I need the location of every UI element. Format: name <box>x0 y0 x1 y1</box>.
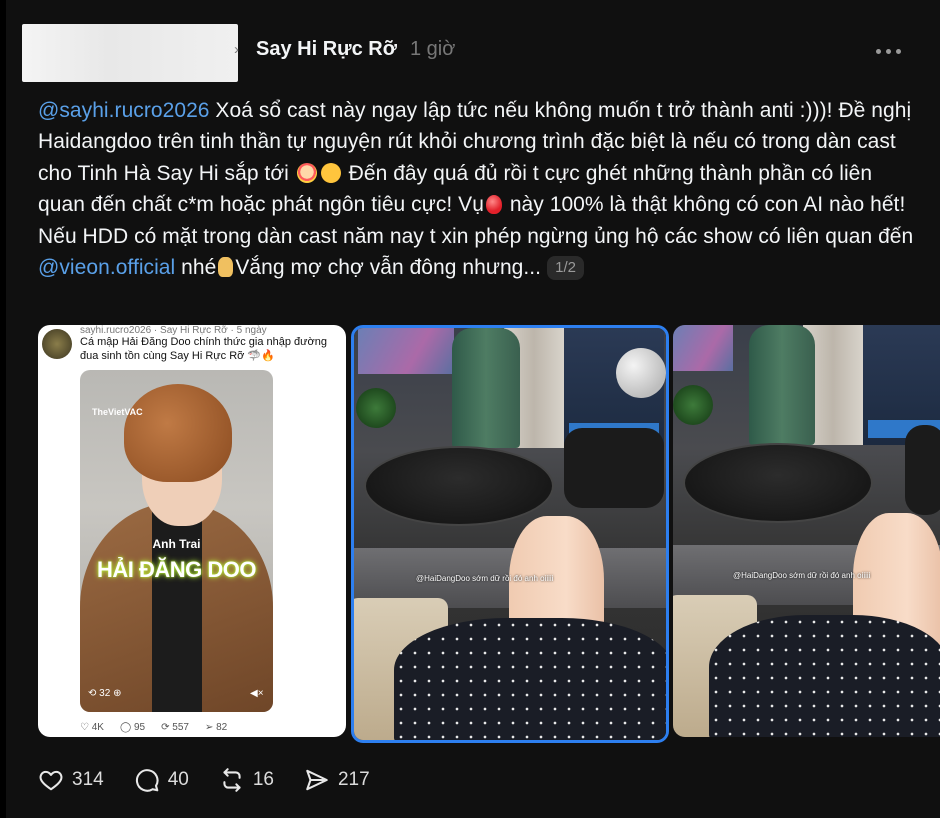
screenshot-comment-stat: ◯ 95 <box>120 722 145 733</box>
media-item-video-2[interactable]: @HaiDangDoo sớm dữ rồi đó anh oiiiii <box>673 325 940 737</box>
screenshot-header: sayhi.rucro2026 · Say Hi Rực Rỡ · 5 ngày… <box>38 325 346 373</box>
screenshot-reposts: 557 <box>172 722 189 733</box>
screenshot-stats: ♡ 4K ◯ 95 ⟳ 557 ➢ 82 <box>80 722 227 733</box>
sad-face-emoji-icon <box>320 162 341 183</box>
video-frame: @HaiDangDoo sớm dữ rồi đó anh oiiiii <box>673 325 940 737</box>
plant <box>673 385 713 425</box>
crossed-fingers-emoji-icon <box>218 257 234 278</box>
poster-subtitle: Anh Trai <box>152 537 201 551</box>
poster-hair <box>124 384 232 482</box>
person-seated <box>564 428 664 508</box>
balloon-emoji-icon <box>485 195 502 215</box>
person-standing <box>749 325 815 445</box>
more-options-button[interactable] <box>876 44 910 58</box>
heart-icon <box>39 770 63 791</box>
mention-link[interactable]: @vieon.official <box>38 256 175 279</box>
mute-icon: ◀× <box>250 688 264 699</box>
redacted-avatar-area[interactable] <box>22 24 238 82</box>
repost-icon <box>223 768 241 792</box>
like-count: 314 <box>72 769 104 790</box>
post-text-segment: Vắng mợ chợ vẫn đông nhưng... <box>235 256 542 280</box>
repost-count: 16 <box>252 769 274 790</box>
coffee-table <box>364 446 554 526</box>
screenshot-caption: Cá mập Hải Đăng Doo chính thức gia nhập … <box>80 336 327 362</box>
thread-post: › Say Hi Rực Rỡ 1 giờ @sayhi.rucro2026 X… <box>0 0 940 818</box>
poster-image: TheVietVAC Anh Trai HẢI ĐĂNG DOO ⟲ 32 ⊕ … <box>80 370 273 712</box>
person-seated <box>905 425 940 515</box>
comment-icon: ◯ <box>119 722 134 733</box>
clown-emoji-icon <box>296 162 317 183</box>
repost-button[interactable]: 16 <box>219 767 274 793</box>
dot-icon <box>886 48 891 54</box>
send-icon <box>306 769 328 791</box>
screenshot-shares: 82 <box>216 722 228 733</box>
video-caption: @HaiDangDoo sớm dữ rồi đó anh oiiiii <box>416 574 554 583</box>
page-indicator: 1/2 <box>547 256 585 281</box>
mention-link[interactable]: @sayhi.rucro2026 <box>38 99 210 122</box>
plant <box>356 388 396 428</box>
post-body: @sayhi.rucro2026 Xoá sổ cast này ngay lậ… <box>38 95 918 283</box>
video-frame: @HaiDangDoo sớm dữ rồi đó anh oiiiii <box>354 328 666 740</box>
screenshot-comments: 95 <box>133 722 146 733</box>
dot-icon <box>896 48 901 54</box>
tv-screen <box>673 325 733 371</box>
heart-icon: ♡ <box>80 722 92 733</box>
view-count-value: 32 <box>99 688 111 699</box>
screenshot-share-stat: ➢ 82 <box>205 722 227 733</box>
coffee-table <box>683 443 873 523</box>
dot-icon <box>876 48 881 54</box>
video-caption: @HaiDangDoo sớm dữ rồi đó anh oiiiii <box>733 571 871 580</box>
repost-icon: ⟳ <box>161 722 173 733</box>
view-count: ⟲ 32 ⊕ <box>88 688 121 699</box>
action-bar: 314 40 16 217 <box>38 764 400 796</box>
balloon <box>616 348 666 398</box>
screenshot-repost-stat: ⟳ 557 <box>161 722 189 733</box>
plus-icon: ⊕ <box>110 688 122 699</box>
dotted-skirt <box>394 618 666 740</box>
avatar <box>42 329 72 359</box>
comment-count: 40 <box>167 769 189 790</box>
repeat-icon: ⟲ <box>88 688 100 699</box>
post-time: 1 giờ <box>410 38 456 60</box>
send-icon: ➢ <box>204 722 217 733</box>
chevron-right-icon: › <box>234 41 239 58</box>
dotted-skirt <box>709 615 940 737</box>
share-count: 217 <box>337 769 370 790</box>
post-text-segment: nhé <box>175 256 217 280</box>
share-button[interactable]: 217 <box>304 767 370 793</box>
media-item-screenshot[interactable]: sayhi.rucro2026 · Say Hi Rực Rỡ · 5 ngày… <box>38 325 346 737</box>
like-button[interactable]: 314 <box>38 767 104 793</box>
tv-screen <box>358 328 454 374</box>
screenshot-likes: 4K <box>91 722 104 733</box>
username[interactable]: Say Hi Rực Rỡ <box>256 38 397 61</box>
person-standing <box>452 328 520 448</box>
poster-title: HẢI ĐĂNG DOO <box>97 557 257 582</box>
window-edge <box>0 0 6 818</box>
comment-icon <box>135 769 159 792</box>
watermark-text: TheVietVAC <box>92 407 143 417</box>
screenshot-like-stat: ♡ 4K <box>80 722 104 733</box>
comment-button[interactable]: 40 <box>134 767 189 793</box>
media-item-video-1[interactable]: @HaiDangDoo sớm dữ rồi đó anh oiiiii <box>351 325 669 743</box>
